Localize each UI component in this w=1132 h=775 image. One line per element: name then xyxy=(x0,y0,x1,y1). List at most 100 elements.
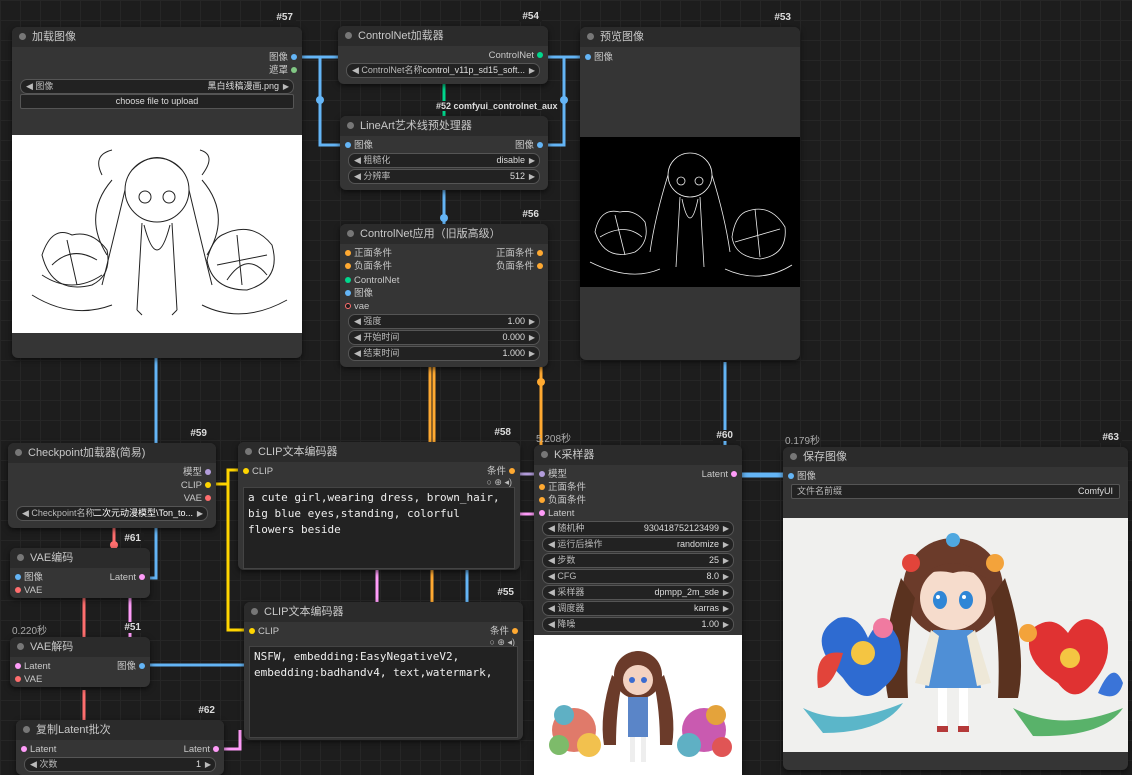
slot-dot-icon[interactable] xyxy=(731,470,737,477)
slot-dot-icon[interactable] xyxy=(139,662,145,669)
slot-dot-icon[interactable] xyxy=(585,53,591,60)
slot-dot-icon[interactable] xyxy=(15,586,21,593)
denoise-widget[interactable]: ◀ 降噪 1.00 ▶ xyxy=(542,617,734,632)
collapse-dot-icon[interactable] xyxy=(251,608,258,615)
node-title[interactable]: K采样器 xyxy=(534,445,742,465)
node-title[interactable]: 预览图像 xyxy=(580,27,800,47)
scheduler-widget[interactable]: ◀ 调度器 karras ▶ xyxy=(542,601,734,616)
input-vae[interactable]: vae xyxy=(345,300,369,313)
node-title[interactable]: 加载图像 xyxy=(12,27,302,47)
clip-text-encode-positive-node[interactable]: #58 CLIP文本编码器 CLIP 条件 ○ ⊕ ◂) a cute girl… xyxy=(238,427,520,570)
node-title[interactable]: 复制Latent批次 xyxy=(16,720,224,740)
input-latent[interactable]: Latent xyxy=(15,660,50,673)
controlnet-name-widget[interactable]: ◀ ControlNet名称 control_v11p_sd15_soft... ▶ xyxy=(346,63,540,78)
collapse-dot-icon[interactable] xyxy=(23,726,30,733)
filename-prefix-widget[interactable]: 文件名前缀 ComfyUI xyxy=(791,484,1120,499)
sampler-widget[interactable]: ◀ 采样器 dpmpp_2m_sde ▶ xyxy=(542,585,734,600)
slot-dot-icon[interactable] xyxy=(139,573,145,580)
collapse-dot-icon[interactable] xyxy=(17,554,24,561)
node-title[interactable]: Checkpoint加载器(简易) xyxy=(8,443,216,463)
slot-dot-icon[interactable] xyxy=(537,262,543,269)
ksampler-node[interactable]: 5.208秒 #60 K采样器 模型 Latent 正面条件 负面条件 Late… xyxy=(534,430,742,775)
input-image[interactable]: 图像 xyxy=(788,470,816,483)
collapse-dot-icon[interactable] xyxy=(345,32,352,39)
slot-dot-icon[interactable] xyxy=(539,509,545,516)
slot-dot-icon[interactable] xyxy=(291,66,297,73)
slot-dot-icon[interactable] xyxy=(539,483,545,490)
slot-dot-icon[interactable] xyxy=(345,249,351,256)
save-image-node[interactable]: 0.179秒 #63 保存图像 图像 文件名前缀 ComfyUI xyxy=(783,432,1128,770)
slot-dot-icon[interactable] xyxy=(205,468,211,475)
node-title[interactable]: VAE解码 xyxy=(10,637,150,657)
slot-dot-icon[interactable] xyxy=(539,470,545,477)
node-title[interactable]: ControlNet加载器 xyxy=(338,26,548,46)
node-title[interactable]: LineArt艺术线预处理器 xyxy=(340,116,548,136)
load-image-node[interactable]: #57 加载图像 图像 遮罩 ◀ 图像 黑白线稿漫画.png ▶ choose fi… xyxy=(12,12,302,358)
collapse-dot-icon[interactable] xyxy=(347,230,354,237)
slot-dot-icon[interactable] xyxy=(539,496,545,503)
controlnet-apply-node[interactable]: #56 ControlNet应用（旧版高级） 正面条件 正面条件 负面条件 负面… xyxy=(340,209,548,367)
amount-widget[interactable]: ◀ 次数 1 ▶ xyxy=(24,757,216,772)
input-vae[interactable]: VAE xyxy=(15,673,42,686)
repeat-latent-batch-node[interactable]: #62 复制Latent批次 Latent Latent ◀ 次数 1 ▶ xyxy=(16,705,224,775)
slot-dot-icon[interactable] xyxy=(345,289,351,296)
slot-dot-icon[interactable] xyxy=(243,467,249,474)
input-image[interactable]: 图像 xyxy=(585,51,613,64)
input-vae[interactable]: VAE xyxy=(15,584,42,597)
node-title[interactable]: CLIP文本编码器 xyxy=(238,442,520,462)
output-image[interactable]: 图像 xyxy=(269,51,297,64)
input-model[interactable]: 模型 xyxy=(539,468,567,481)
checkpoint-loader-node[interactable]: #59 Checkpoint加载器(简易) 模型 CLIP VAE ◀ Chec… xyxy=(8,428,216,528)
seed-widget[interactable]: ◀ 随机种 930418752123499 ▶ xyxy=(542,521,734,536)
output-image[interactable]: 图像 xyxy=(515,139,543,152)
slot-dot-icon[interactable] xyxy=(537,141,543,148)
input-image[interactable]: 图像 xyxy=(345,287,373,300)
collapse-dot-icon[interactable] xyxy=(17,643,24,650)
vae-encode-node[interactable]: #61 VAE编码 图像 Latent VAE xyxy=(10,533,150,598)
input-controlnet[interactable]: ControlNet xyxy=(345,274,399,287)
node-title[interactable]: VAE编码 xyxy=(10,548,150,568)
collapse-dot-icon[interactable] xyxy=(790,453,797,460)
input-positive[interactable]: 正面条件 xyxy=(345,247,392,260)
slot-dot-icon[interactable] xyxy=(345,141,351,148)
start-percent-widget[interactable]: ◀ 开始时间 0.000 ▶ xyxy=(348,330,540,345)
controlnet-loader-node[interactable]: #54 ControlNet加载器 ControlNet ◀ ControlNe… xyxy=(338,11,548,84)
collapse-dot-icon[interactable] xyxy=(347,122,354,129)
steps-widget[interactable]: ◀ 步数 25 ▶ xyxy=(542,553,734,568)
slot-dot-icon[interactable] xyxy=(345,276,351,283)
prompt-textarea[interactable]: a cute girl,wearing dress, brown_hair, b… xyxy=(243,487,515,569)
cfg-widget[interactable]: ◀ CFG 8.0 ▶ xyxy=(542,569,734,584)
input-clip[interactable]: CLIP xyxy=(243,465,273,478)
input-image[interactable]: 图像 xyxy=(345,139,373,152)
slot-dot-icon[interactable] xyxy=(15,662,21,669)
collapse-dot-icon[interactable] xyxy=(19,33,26,40)
clip-text-encode-negative-node[interactable]: #55 CLIP文本编码器 CLIP 条件 ○ ⊕ ◂) NSFW, embed… xyxy=(244,587,523,740)
output-vae[interactable]: VAE xyxy=(184,492,211,505)
collapse-dot-icon[interactable] xyxy=(15,449,22,456)
lineart-preprocessor-node[interactable]: LineArt艺术线预处理器 图像 图像 ◀ 粗糙化 disable ▶ ◀ 分辨率… xyxy=(340,116,548,190)
slot-dot-icon[interactable] xyxy=(15,675,21,682)
slot-dot-icon[interactable] xyxy=(509,467,515,474)
output-positive[interactable]: 正面条件 xyxy=(496,247,543,260)
input-positive[interactable]: 正面条件 xyxy=(539,481,586,494)
node-title[interactable]: ControlNet应用（旧版高级） xyxy=(340,224,548,244)
negative-prompt-textarea[interactable]: NSFW, embedding:EasyNegativeV2, embeddin… xyxy=(249,646,518,738)
output-controlnet[interactable]: ControlNet xyxy=(489,49,543,62)
output-latent[interactable]: Latent xyxy=(702,468,737,481)
slot-dot-icon[interactable] xyxy=(205,481,211,488)
collapse-dot-icon[interactable] xyxy=(541,451,548,458)
slot-dot-icon[interactable] xyxy=(205,494,211,501)
slot-dot-icon[interactable] xyxy=(537,51,543,58)
upload-button[interactable]: choose file to upload xyxy=(20,94,294,109)
slot-dot-icon[interactable] xyxy=(249,627,255,634)
strength-widget[interactable]: ◀ 强度 1.00 ▶ xyxy=(348,314,540,329)
node-title[interactable]: CLIP文本编码器 xyxy=(244,602,523,622)
slot-dot-icon[interactable] xyxy=(537,249,543,256)
output-latent[interactable]: Latent xyxy=(184,743,219,756)
slot-dot-icon[interactable] xyxy=(512,627,518,634)
end-percent-widget[interactable]: ◀ 结束时间 1.000 ▶ xyxy=(348,346,540,361)
slot-dot-icon[interactable] xyxy=(788,472,794,479)
coarse-widget[interactable]: ◀ 粗糙化 disable ▶ xyxy=(348,153,540,168)
input-negative[interactable]: 负面条件 xyxy=(345,260,392,273)
output-negative[interactable]: 负面条件 xyxy=(496,260,543,273)
